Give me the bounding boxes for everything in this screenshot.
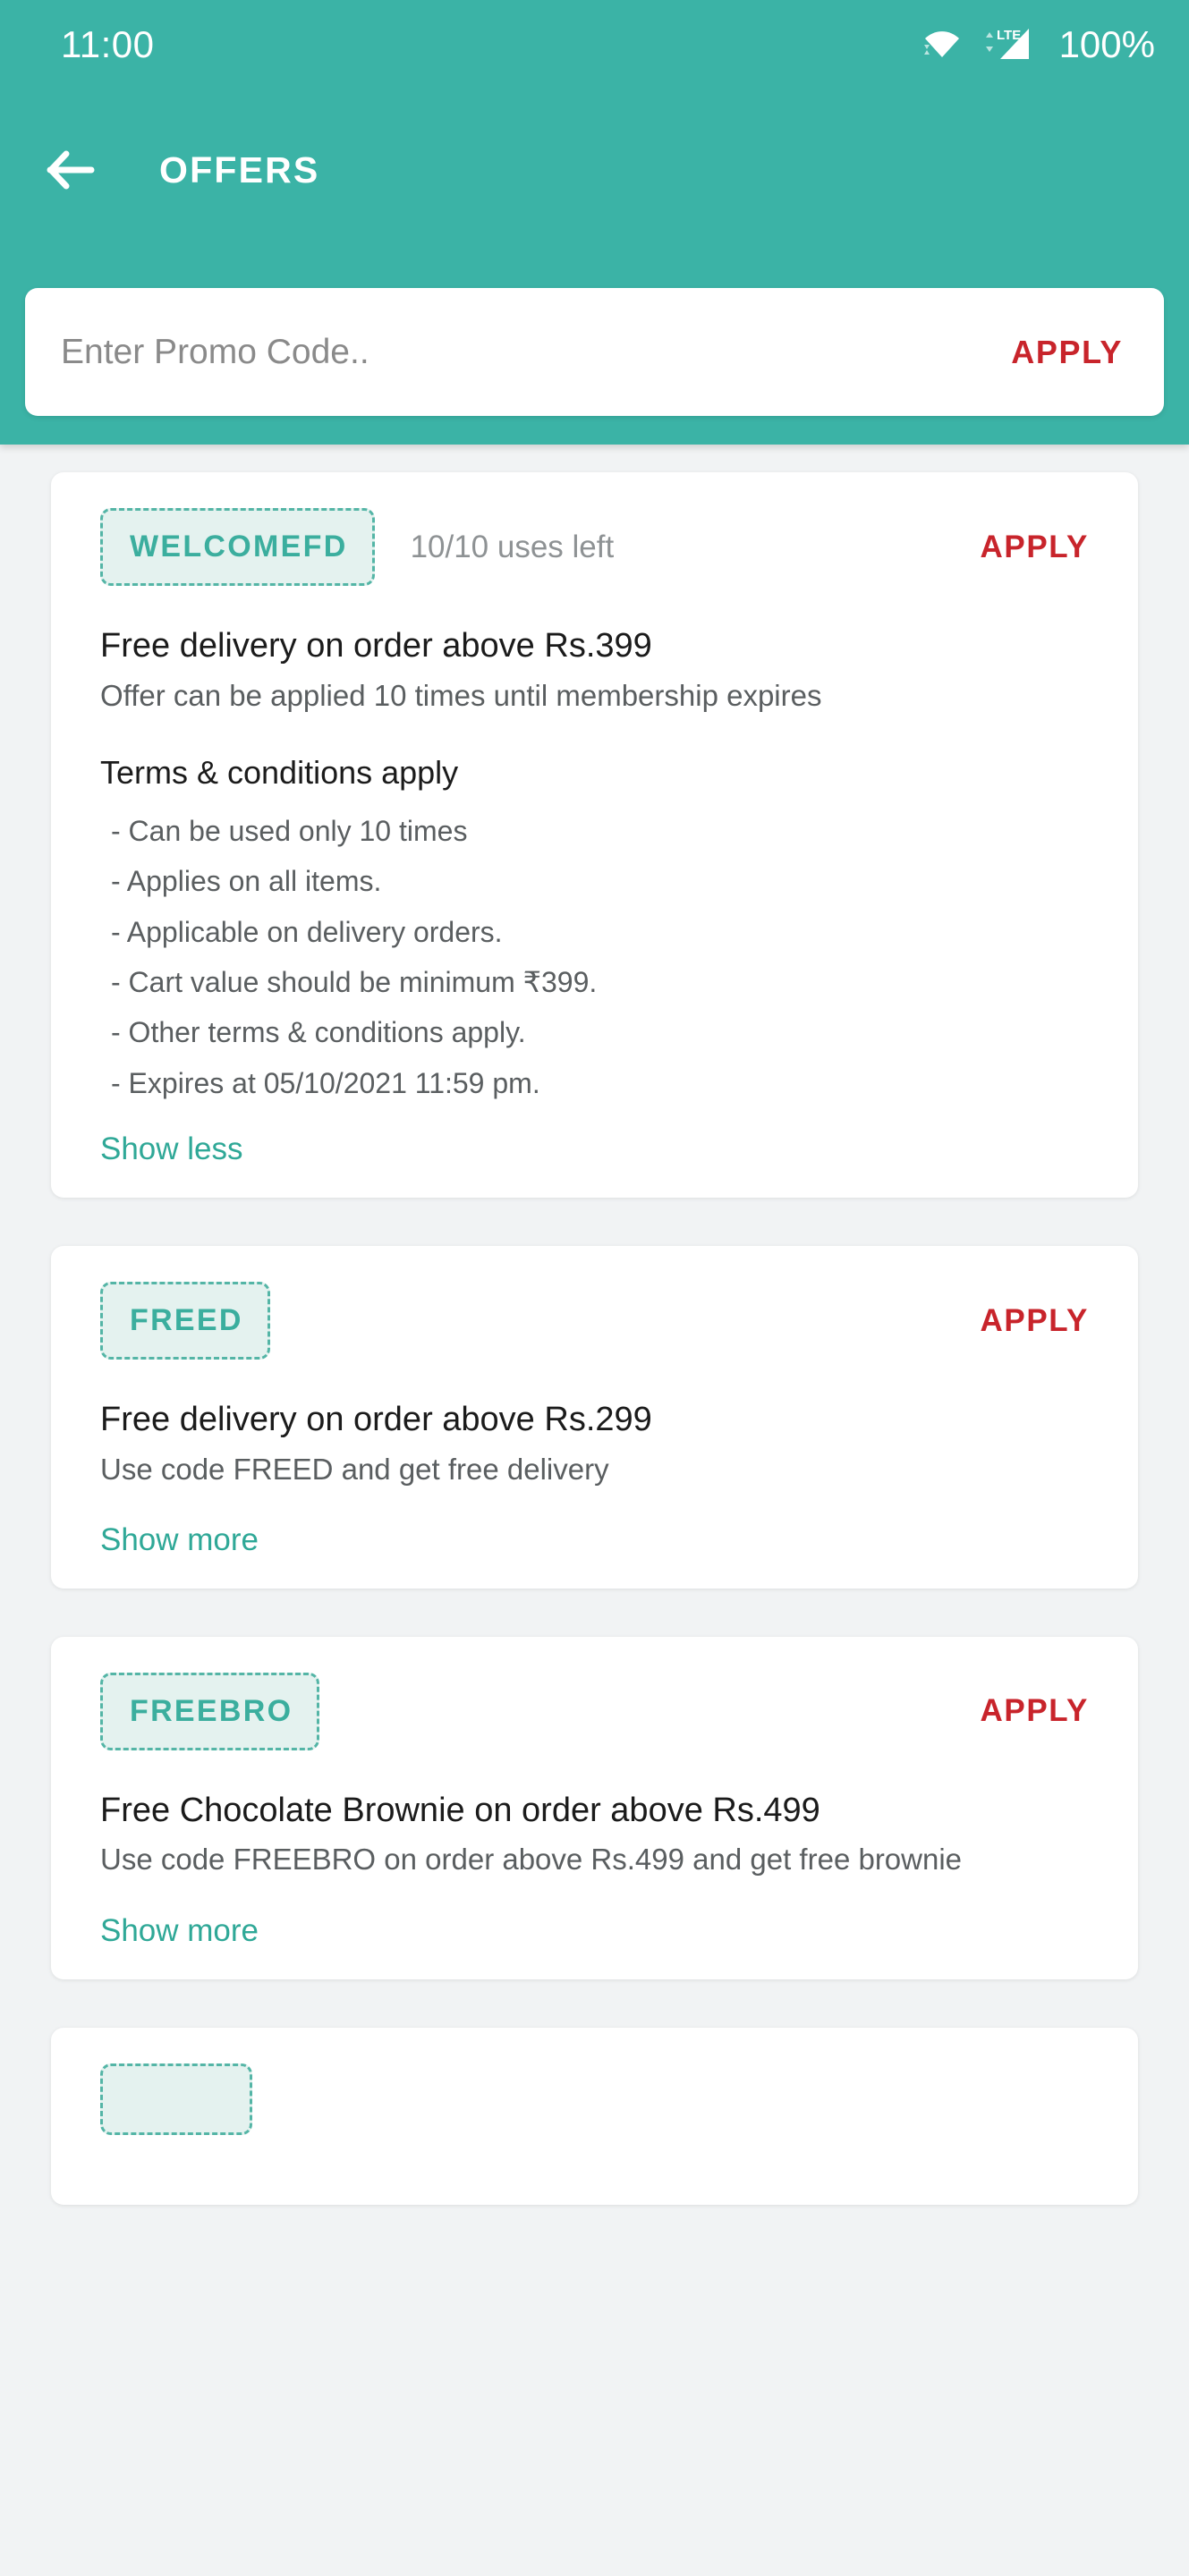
- offer-card[interactable]: FREED APPLY Free delivery on order above R…: [51, 1246, 1138, 1589]
- promo-code-input[interactable]: [61, 332, 1012, 372]
- lte-signal-icon: LTE: [977, 25, 1045, 64]
- promo-code-chip[interactable]: WELCOMEFD: [100, 508, 375, 586]
- offer-apply-button[interactable]: APPLY: [981, 530, 1089, 565]
- offer-card[interactable]: [51, 2027, 1138, 2205]
- title-bar: OFFERS: [0, 116, 1189, 224]
- svg-text:LTE: LTE: [997, 28, 1021, 43]
- promo-code-chip[interactable]: [100, 2063, 252, 2135]
- offer-title: Free delivery on order above Rs.399: [100, 627, 652, 665]
- show-more-toggle[interactable]: Show more: [100, 1913, 259, 1949]
- terms-item: - Applies on all items.: [111, 865, 382, 898]
- status-icons: LTE 100%: [921, 23, 1155, 66]
- offer-title: Free Chocolate Brownie on order above Rs…: [100, 1791, 820, 1829]
- terms-heading: Terms & conditions apply: [100, 753, 459, 791]
- offer-title: Free delivery on order above Rs.299: [100, 1401, 652, 1439]
- offer-subtitle: Use code FREED and get free delivery: [100, 1452, 609, 1486]
- page-title: OFFERS: [159, 148, 320, 191]
- offer-card[interactable]: WELCOMEFD 10/10 uses left APPLY Free delive…: [51, 472, 1138, 1199]
- app-header: 11:00 LTE 100% OFFERS Enter Promo Code..…: [0, 0, 1189, 445]
- offer-card-header: WELCOMEFD 10/10 uses left APPLY: [100, 508, 1089, 586]
- terms-item: - Other terms & conditions apply.: [111, 1016, 526, 1049]
- offers-screen: 11:00 LTE 100% OFFERS Enter Promo Code..…: [0, 0, 1189, 2576]
- terms-item: - Expires at 05/10/2021 11:59 pm.: [111, 1066, 540, 1099]
- back-arrow-icon[interactable]: [47, 149, 97, 191]
- status-bar: 11:00 LTE 100%: [0, 0, 1189, 89]
- promo-code-bar: APPLY: [25, 288, 1164, 416]
- wifi-icon: [921, 27, 963, 63]
- promo-apply-button[interactable]: APPLY: [1011, 334, 1123, 371]
- terms-item: - Applicable on delivery orders.: [111, 915, 503, 948]
- promo-code-chip[interactable]: FREED: [100, 1282, 270, 1360]
- offer-subtitle: Use code FREEBRO on order above Rs.499 a…: [100, 1843, 963, 1877]
- terms-list: - Can be used only 10 times - Applies on …: [100, 806, 1089, 1108]
- offer-card[interactable]: FREEBRO APPLY Free Chocolate Brownie on or…: [51, 1636, 1138, 1979]
- show-more-toggle[interactable]: Show more: [100, 1522, 259, 1558]
- offer-subtitle: Offer can be applied 10 times until memb…: [100, 678, 822, 712]
- status-time: 11:00: [61, 23, 155, 65]
- uses-left-label: 10/10 uses left: [410, 529, 615, 564]
- offer-card-header: [100, 2063, 1089, 2135]
- terms-item: - Can be used only 10 times: [111, 814, 468, 847]
- show-more-toggle[interactable]: Show less: [100, 1131, 243, 1167]
- offer-card-header: FREEBRO APPLY: [100, 1672, 1089, 1750]
- offer-apply-button[interactable]: APPLY: [981, 1693, 1089, 1729]
- terms-item: - Cart value should be minimum ₹399.: [111, 965, 598, 998]
- offer-card-header: FREED APPLY: [100, 1282, 1089, 1360]
- promo-code-chip[interactable]: FREEBRO: [100, 1672, 320, 1750]
- offer-apply-button[interactable]: APPLY: [981, 1303, 1089, 1339]
- offers-list[interactable]: WELCOMEFD 10/10 uses left APPLY Free delive…: [0, 445, 1189, 2576]
- battery-percent: 100%: [1058, 23, 1155, 65]
